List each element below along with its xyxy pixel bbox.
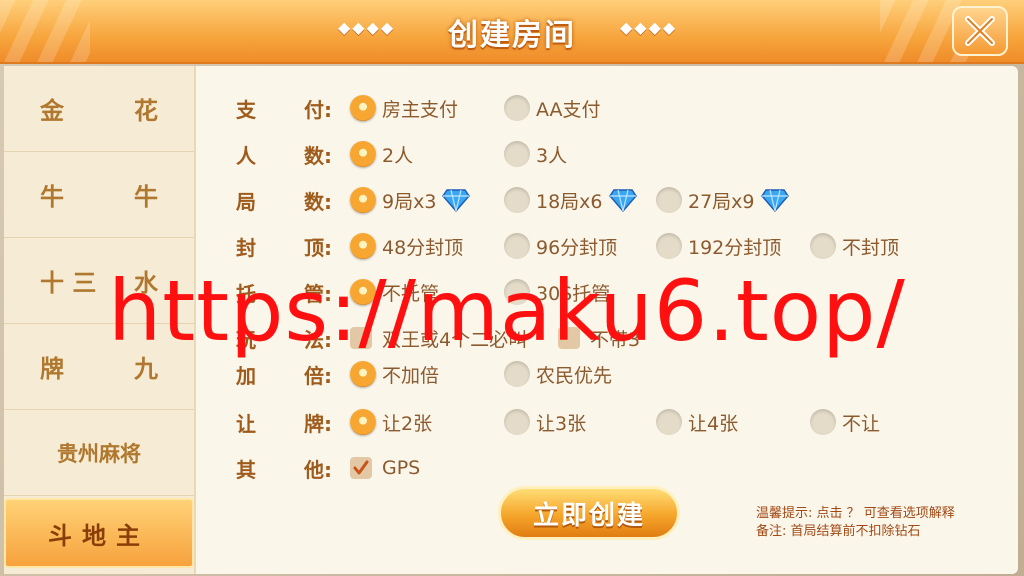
radio-selected-icon bbox=[350, 233, 376, 259]
radio-icon bbox=[656, 409, 682, 435]
sidebar-item-jinhua[interactable]: 金 花 bbox=[4, 66, 194, 152]
create-room-button[interactable]: 立即创建 bbox=[498, 486, 680, 540]
option-gps[interactable]: GPS bbox=[350, 457, 420, 479]
row-label: 封顶: bbox=[236, 235, 332, 260]
hint-text: 温馨提示: 点击 ？ 可查看选项解释 bbox=[756, 506, 955, 521]
option-cap-192[interactable]: 192分封顶 bbox=[656, 233, 781, 260]
option-yield-4[interactable]: 让4张 bbox=[656, 409, 738, 436]
option-aa-pay[interactable]: AA支付 bbox=[504, 95, 601, 122]
radio-icon bbox=[504, 409, 530, 435]
option-no-yield[interactable]: 不让 bbox=[810, 409, 880, 436]
diamond-icon bbox=[608, 189, 637, 212]
row-label: 局数: bbox=[236, 189, 332, 214]
radio-icon bbox=[656, 187, 682, 213]
note-text: 备注: 首局结算前不扣除钻石 bbox=[756, 524, 921, 539]
radio-icon bbox=[504, 187, 530, 213]
checkbox-checked-icon bbox=[350, 457, 372, 479]
row-label: 其他: bbox=[236, 457, 332, 482]
radio-selected-icon bbox=[350, 409, 376, 435]
row-label: 让牌: bbox=[236, 411, 332, 436]
option-yield-2[interactable]: 让2张 bbox=[350, 409, 432, 436]
watermark-url: https://maku6.top/ bbox=[108, 262, 906, 360]
sidebar-item-niuniu[interactable]: 牛 牛 bbox=[4, 152, 194, 238]
sidebar-item-doudizhu[interactable]: 斗地主 bbox=[4, 498, 194, 568]
option-9-rounds[interactable]: 9局x3 bbox=[350, 187, 471, 214]
row-label: 人数: bbox=[236, 143, 332, 168]
close-icon bbox=[965, 16, 995, 46]
row-label: 加倍: bbox=[236, 363, 332, 388]
radio-selected-icon bbox=[350, 361, 376, 387]
option-18-rounds[interactable]: 18局x6 bbox=[504, 187, 637, 214]
header-bar: ◆◆◆◆ 创建房间 ◆◆◆◆ bbox=[0, 0, 1024, 64]
option-yield-3[interactable]: 让3张 bbox=[504, 409, 586, 436]
radio-selected-icon bbox=[350, 187, 376, 213]
close-button[interactable] bbox=[952, 6, 1008, 56]
option-cap-96[interactable]: 96分封顶 bbox=[504, 233, 617, 260]
option-27-rounds[interactable]: 27局x9 bbox=[656, 187, 789, 214]
radio-icon bbox=[504, 361, 530, 387]
option-no-cap[interactable]: 不封顶 bbox=[810, 233, 899, 260]
option-cap-48[interactable]: 48分封顶 bbox=[350, 233, 463, 260]
option-no-double[interactable]: 不加倍 bbox=[350, 361, 439, 388]
diamond-icon bbox=[442, 189, 471, 212]
radio-icon bbox=[504, 141, 530, 167]
row-label: 支付: bbox=[236, 97, 332, 122]
radio-selected-icon bbox=[350, 95, 376, 121]
radio-icon bbox=[810, 409, 836, 435]
option-farmer-first[interactable]: 农民优先 bbox=[504, 361, 612, 388]
option-2-players[interactable]: 2人 bbox=[350, 141, 413, 168]
title-deco-right: ◆◆◆◆ bbox=[620, 18, 678, 37]
option-owner-pay[interactable]: 房主支付 bbox=[350, 95, 458, 122]
sidebar-item-guizhou-mahjong[interactable]: 贵州麻将 bbox=[4, 410, 194, 496]
radio-selected-icon bbox=[350, 141, 376, 167]
radio-icon bbox=[656, 233, 682, 259]
page-title: 创建房间 bbox=[448, 18, 576, 53]
option-3-players[interactable]: 3人 bbox=[504, 141, 567, 168]
radio-icon bbox=[810, 233, 836, 259]
radio-icon bbox=[504, 95, 530, 121]
diamond-icon bbox=[760, 189, 789, 212]
radio-icon bbox=[504, 233, 530, 259]
